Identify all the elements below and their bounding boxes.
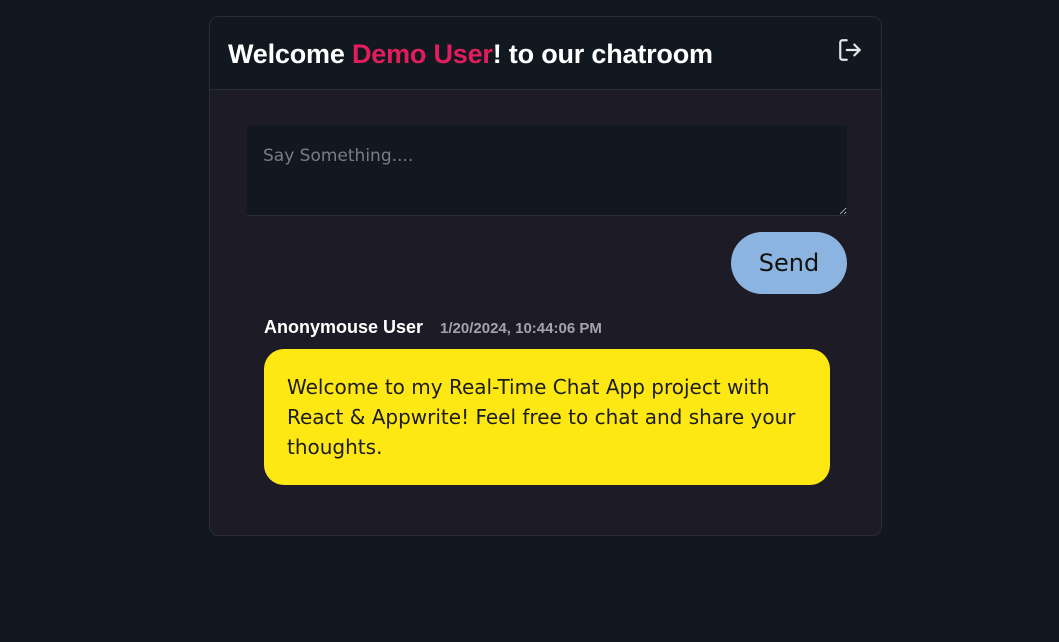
chat-header: Welcome Demo User! to our chatroom xyxy=(210,17,881,90)
title-suffix: ! to our chatroom xyxy=(492,39,713,69)
message-body: Welcome to my Real-Time Chat App project… xyxy=(264,349,830,485)
message-header: Anonymouse User 1/20/2024, 10:44:06 PM xyxy=(264,317,830,341)
page-title: Welcome Demo User! to our chatroom xyxy=(228,39,713,70)
message-form: Send xyxy=(247,126,847,294)
title-prefix: Welcome xyxy=(228,39,352,69)
logout-button[interactable] xyxy=(837,37,863,63)
logout-icon xyxy=(839,39,861,61)
send-button[interactable]: Send xyxy=(731,232,847,294)
message-author: Anonymouse User xyxy=(264,317,424,337)
message-input[interactable] xyxy=(247,126,847,216)
message-timestamp: 1/20/2024, 10:44:06 PM xyxy=(440,320,602,337)
message-item: Anonymouse User 1/20/2024, 10:44:06 PM W… xyxy=(264,317,830,485)
chat-room-card: Welcome Demo User! to our chatroom Send … xyxy=(209,16,882,536)
current-username: Demo User xyxy=(351,39,493,69)
